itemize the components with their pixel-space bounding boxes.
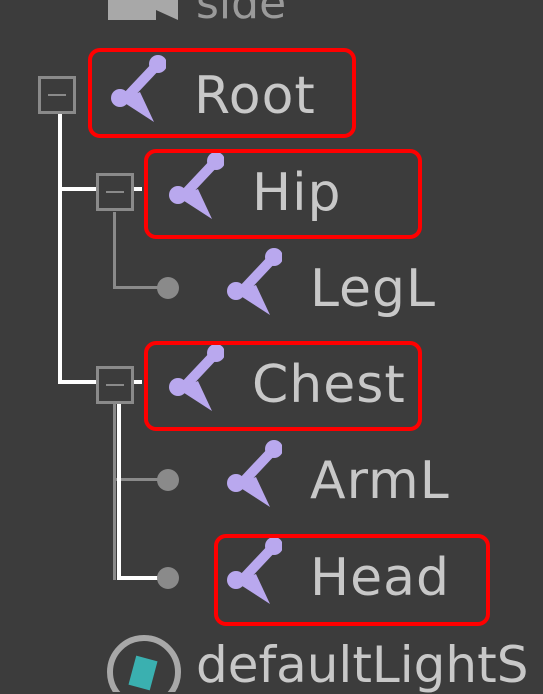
tree-row-arml[interactable]: ArmL (0, 440, 543, 511)
highlight-box-head (214, 534, 490, 626)
item-label-side: side (196, 0, 287, 29)
highlight-box-chest (144, 341, 422, 431)
light-icon (107, 635, 181, 692)
hierarchy-line (58, 90, 62, 384)
highlight-box-root (88, 48, 356, 138)
joint-icon (227, 248, 282, 315)
highlight-box-hip (144, 149, 422, 239)
camera-icon (108, 0, 178, 20)
joint-icon (227, 440, 282, 507)
tree-row-legl[interactable]: LegL (0, 248, 543, 319)
node-label-legl: LegL (310, 259, 437, 319)
item-label-default-light: defaultLightS (196, 636, 529, 694)
node-label-arml: ArmL (310, 451, 450, 511)
